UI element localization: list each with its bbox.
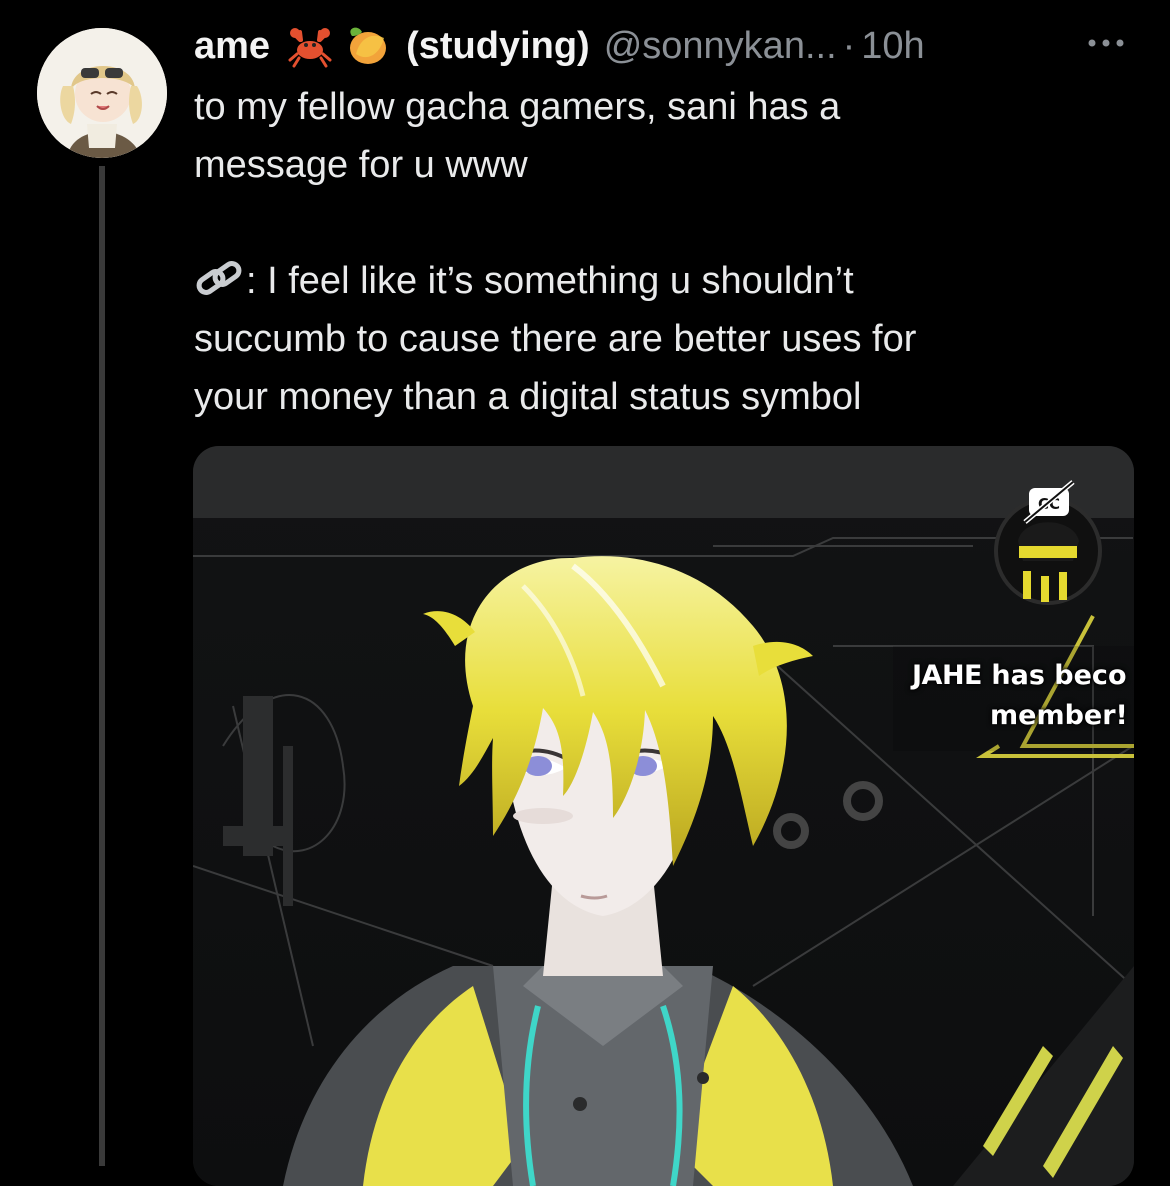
tweet-text-line: : I feel like it’s something u shouldn’t — [194, 252, 1134, 310]
timestamp[interactable]: 10h — [861, 25, 924, 68]
tweet-text-line: your money than a digital status symbol — [194, 376, 862, 418]
display-name-suffix[interactable]: (studying) — [406, 25, 590, 68]
avatar-image — [37, 28, 167, 158]
display-name[interactable]: ame — [194, 25, 270, 68]
tweet-text-line: succumb to cause there are better uses f… — [194, 318, 917, 360]
tweet-text-line: to my fellow gacha gamers, sani has a — [194, 86, 841, 128]
member-name: JAHE — [912, 660, 982, 691]
link-emoji-icon — [194, 257, 246, 301]
media-video[interactable]: CC JAHE has beco member! — [193, 446, 1134, 1186]
separator-dot: · — [842, 24, 856, 67]
avatar[interactable] — [37, 28, 167, 158]
thread-connector-line — [99, 166, 105, 1166]
more-horizontal-icon[interactable] — [1082, 28, 1132, 58]
quote-prefix: : — [246, 260, 268, 302]
membership-alert-line2: member! — [990, 700, 1128, 731]
membership-alert-line1: JAHE has beco — [912, 660, 1127, 691]
crab-emoji — [286, 24, 334, 68]
closed-captions-off-icon[interactable]: CC — [995, 476, 1099, 546]
tweet-text-line-content: I feel like it’s something u shouldn’t — [267, 260, 854, 302]
mango-emoji — [342, 24, 390, 68]
tweet-header: ame (studying) @sonnykan... · 10h — [194, 18, 1094, 74]
tweet-text: to my fellow gacha gamers, sani has a me… — [194, 78, 1134, 426]
tweet-text-line: message for u www — [194, 144, 528, 186]
video-frame-image — [193, 446, 1134, 1186]
membership-alert-text: has beco — [981, 660, 1127, 691]
user-handle[interactable]: @sonnykan... — [604, 25, 837, 68]
